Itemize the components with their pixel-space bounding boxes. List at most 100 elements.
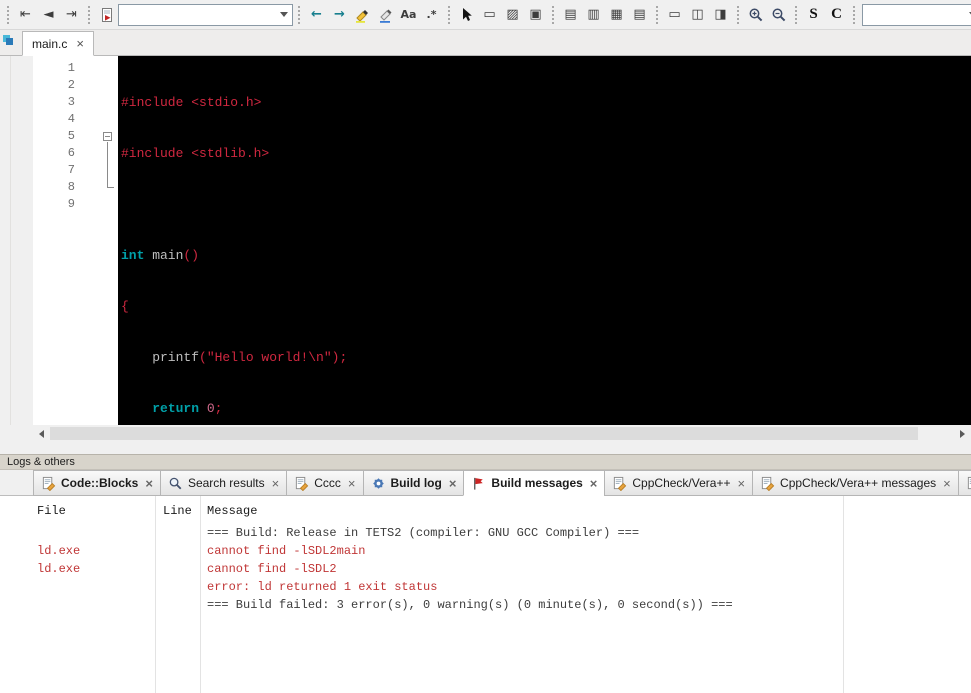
- close-icon[interactable]: ×: [76, 37, 84, 50]
- toolbar-grip[interactable]: [7, 5, 9, 24]
- frame-shaded-button[interactable]: ▨: [501, 3, 524, 27]
- table-row[interactable]: error: ld returned 1 exit status: [0, 578, 971, 596]
- column-header-message[interactable]: Message: [200, 502, 971, 520]
- regex-button[interactable]: .*: [420, 3, 443, 27]
- logs-tab-build-messages[interactable]: Build messages ×: [463, 470, 605, 496]
- layout-cols-button[interactable]: ▥: [582, 3, 605, 27]
- toolbar-grip[interactable]: [795, 5, 797, 24]
- flag-icon: [474, 477, 484, 490]
- frame-filled-button[interactable]: ▣: [524, 3, 547, 27]
- table-row[interactable]: ld.exe cannot find -lSDL2main: [0, 542, 971, 560]
- layout-grid-button[interactable]: ▦: [605, 3, 628, 27]
- toolbar-right-combo[interactable]: [862, 3, 971, 26]
- jump-back-button[interactable]: ⇤: [14, 3, 37, 27]
- toolbar-grip[interactable]: [853, 5, 855, 24]
- logs-panel-caption[interactable]: Logs & others: [0, 454, 971, 470]
- tab-main-c[interactable]: main.c ×: [22, 31, 94, 56]
- frame-outline-button[interactable]: ▭: [478, 3, 501, 27]
- toolbar-grip[interactable]: [656, 5, 658, 24]
- layout-lines-button[interactable]: ▤: [628, 3, 651, 27]
- box-half-icon: ◨: [714, 7, 727, 22]
- logs-tab-cscope[interactable]: Cscope ×: [957, 470, 971, 496]
- cell-line: [155, 578, 200, 596]
- toolbar-grip[interactable]: [448, 5, 450, 24]
- run-to-cursor-button[interactable]: [95, 3, 118, 27]
- cell-file: [0, 578, 155, 596]
- logs-tab-build-log[interactable]: Build log ×: [362, 470, 464, 496]
- incremental-search-combo[interactable]: [118, 3, 293, 26]
- code-line: int main(): [121, 247, 971, 264]
- toolbar-grip[interactable]: [552, 5, 554, 24]
- toolbar-grip[interactable]: [737, 5, 739, 24]
- table-row[interactable]: ld.exe cannot find -lSDL2: [0, 560, 971, 578]
- scrollbar-thumb[interactable]: [50, 427, 918, 440]
- find-next-button[interactable]: →: [328, 3, 351, 27]
- box-split-icon: ◫: [691, 7, 704, 22]
- frame-filled-icon: ▣: [529, 7, 542, 22]
- close-icon[interactable]: ×: [348, 477, 356, 490]
- gutter-line: 9: [33, 196, 118, 213]
- close-icon[interactable]: ×: [145, 477, 153, 490]
- line-number: 6: [67, 146, 75, 160]
- dock-splitter[interactable]: [0, 442, 971, 454]
- code-text-area[interactable]: #include <stdio.h> #include <stdlib.h> i…: [118, 56, 971, 425]
- close-icon[interactable]: ×: [943, 477, 951, 490]
- layout-cols-icon: ▥: [587, 7, 600, 22]
- management-pane-icon[interactable]: [2, 34, 14, 46]
- box-split-button[interactable]: ◫: [686, 3, 709, 27]
- column-header-file[interactable]: File: [0, 502, 155, 520]
- logs-tab-codeblocks[interactable]: Code::Blocks ×: [33, 470, 160, 496]
- arrow-left-icon: ←: [311, 7, 322, 22]
- code-line: return 0;: [121, 400, 971, 417]
- fold-toggle[interactable]: [83, 128, 118, 145]
- table-row[interactable]: === Build: Release in TETS2 (compiler: G…: [0, 524, 971, 542]
- highlight-occurrences-button[interactable]: [351, 3, 374, 27]
- code-token: main: [144, 248, 184, 263]
- layout-rows-button[interactable]: ▤: [559, 3, 582, 27]
- chevron-down-icon[interactable]: [965, 5, 971, 25]
- close-icon[interactable]: ×: [590, 477, 598, 490]
- frame-shaded-icon: ▨: [506, 7, 519, 22]
- scroll-left-button[interactable]: [33, 425, 50, 442]
- chevron-down-icon[interactable]: [276, 5, 292, 25]
- box-half-button[interactable]: ◨: [709, 3, 732, 27]
- logs-tab-label: Cccc: [314, 476, 341, 490]
- logs-tab-cccc[interactable]: Cccc ×: [286, 470, 363, 496]
- line-number: 4: [67, 112, 75, 126]
- pointer-tool-button[interactable]: [455, 3, 478, 27]
- zoom-out-button[interactable]: [767, 3, 790, 27]
- scrollbar-track[interactable]: [50, 425, 954, 442]
- zoom-in-button[interactable]: [744, 3, 767, 27]
- fold-collapse-icon[interactable]: [103, 132, 112, 141]
- cell-file: [0, 524, 155, 542]
- code-token: "Hello world!\n": [206, 350, 332, 365]
- column-header-line[interactable]: Line: [155, 502, 200, 520]
- fold-margin: [83, 111, 118, 128]
- letter-c-icon: C: [831, 6, 842, 22]
- logs-tab-cppcheck[interactable]: CppCheck/Vera++ ×: [604, 470, 753, 496]
- toolbar-grip[interactable]: [298, 5, 300, 24]
- highlight-selected-button[interactable]: [374, 3, 397, 27]
- tab-label: main.c: [32, 36, 68, 51]
- line-number: 2: [67, 78, 75, 92]
- jump-marker-button[interactable]: ◄: [37, 3, 60, 27]
- table-row[interactable]: === Build failed: 3 error(s), 0 warning(…: [0, 596, 971, 614]
- match-case-button[interactable]: Aa: [397, 3, 420, 27]
- gutter-line: 6: [33, 145, 118, 162]
- box-plain-button[interactable]: ▭: [663, 3, 686, 27]
- logs-tab-search-results[interactable]: Search results ×: [159, 470, 287, 496]
- letter-s-button[interactable]: S: [802, 3, 825, 27]
- close-icon[interactable]: ×: [272, 477, 280, 490]
- log-note-icon: [614, 476, 627, 491]
- toolbar-grip[interactable]: [88, 5, 90, 24]
- letter-c-button[interactable]: C: [825, 3, 848, 27]
- editor-gutter: 1 2 3 4 5 6 7 8 9: [33, 56, 118, 425]
- scroll-right-button[interactable]: [954, 425, 971, 442]
- jump-forward-button[interactable]: ⇥: [60, 3, 83, 27]
- cell-file: ld.exe: [37, 562, 81, 576]
- logs-tab-cppcheck-messages[interactable]: CppCheck/Vera++ messages ×: [752, 470, 958, 496]
- close-icon[interactable]: ×: [449, 477, 457, 490]
- box-plain-icon: ▭: [668, 7, 681, 22]
- close-icon[interactable]: ×: [737, 477, 745, 490]
- find-prev-button[interactable]: ←: [305, 3, 328, 27]
